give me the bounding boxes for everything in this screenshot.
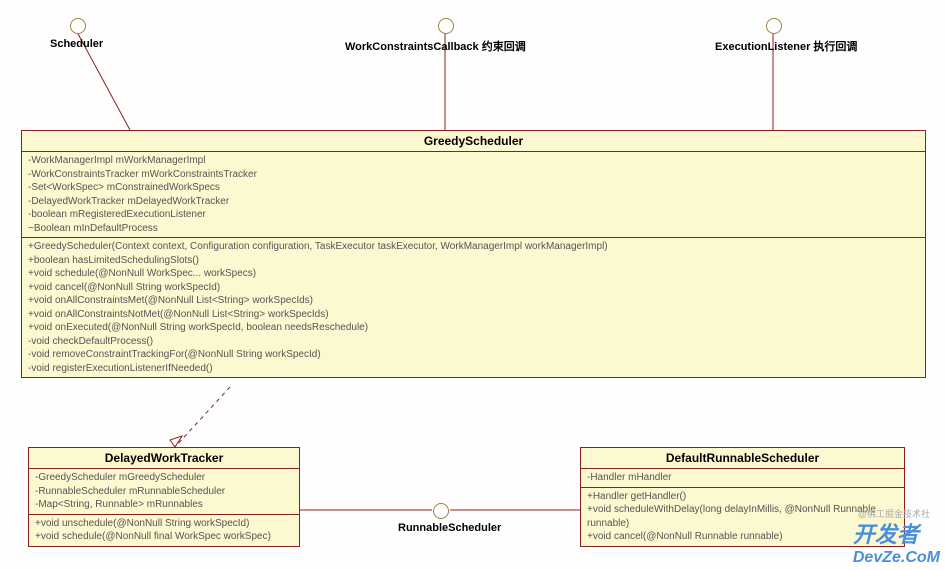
watermark-text-sub: DevZe.CoM bbox=[853, 549, 940, 566]
watermark-text-main: 开发者 bbox=[853, 522, 919, 547]
scheduler-interface-label: Scheduler bbox=[50, 38, 103, 50]
delayedworktracker-methods: +void unschedule(@NonNull String workSpe… bbox=[29, 515, 299, 546]
delayedworktracker-title: DelayedWorkTracker bbox=[29, 448, 299, 469]
delayedworktracker-class: DelayedWorkTracker -GreedyScheduler mGre… bbox=[28, 447, 300, 547]
workconstraints-interface-circle bbox=[438, 18, 454, 34]
greedyscheduler-class: GreedyScheduler -WorkManagerImpl mWorkMa… bbox=[21, 130, 926, 378]
defaultrunnablescheduler-title: DefaultRunnableScheduler bbox=[581, 448, 904, 469]
workconstraints-interface-label: WorkConstraintsCallback 约束回调 bbox=[345, 38, 526, 54]
runnablescheduler-interface-circle bbox=[433, 503, 449, 519]
runnablescheduler-interface-label: RunnableScheduler bbox=[398, 522, 501, 534]
executionlistener-interface-circle bbox=[766, 18, 782, 34]
defaultrunnablescheduler-fields: -Handler mHandler bbox=[581, 469, 904, 488]
watermark-footer: @佛工掘金技术社 bbox=[858, 507, 930, 520]
greedyscheduler-title: GreedyScheduler bbox=[22, 131, 925, 152]
watermark-main: 开发者 DevZe.CoM bbox=[853, 525, 940, 565]
delayedworktracker-fields: -GreedyScheduler mGreedyScheduler-Runnab… bbox=[29, 469, 299, 515]
executionlistener-interface-label: ExecutionListener 执行回调 bbox=[715, 38, 857, 54]
greedyscheduler-fields: -WorkManagerImpl mWorkManagerImpl-WorkCo… bbox=[22, 152, 925, 238]
scheduler-interface-circle bbox=[70, 18, 86, 34]
greedyscheduler-methods: +GreedyScheduler(Context context, Config… bbox=[22, 238, 925, 377]
